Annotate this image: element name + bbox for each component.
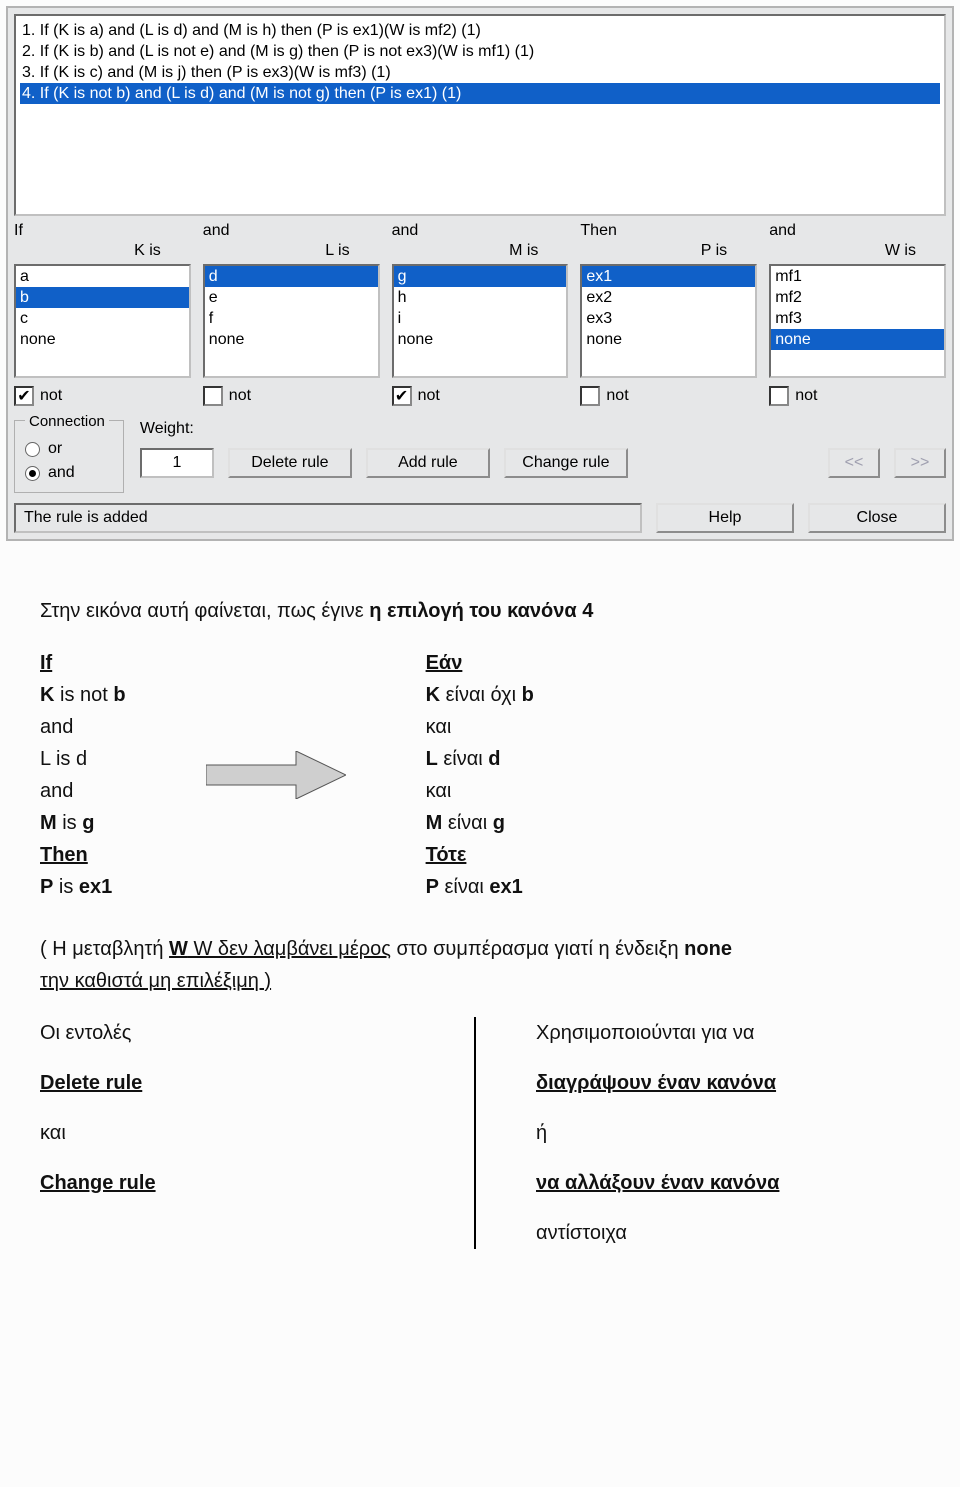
not-checkbox-row[interactable]: ✔ not	[392, 386, 569, 406]
not-checkbox-row[interactable]: not	[580, 386, 757, 406]
connection-label: Connection	[25, 413, 109, 430]
not-checkbox[interactable]	[769, 386, 789, 406]
col-top-label: and	[392, 222, 569, 240]
not-checkbox-row[interactable]: ✔ not	[14, 386, 191, 406]
listbox-item[interactable]: a	[16, 266, 189, 287]
col-var-label: P is	[580, 242, 757, 260]
change-rule-button[interactable]: Change rule	[504, 448, 628, 478]
close-button[interactable]: Close	[808, 503, 946, 533]
not-checkbox[interactable]: ✔	[392, 386, 412, 406]
variable-column: Then P is ex1ex2ex3none not	[580, 222, 757, 406]
listbox-item[interactable]: f	[205, 308, 378, 329]
listbox-item[interactable]: ex2	[582, 287, 755, 308]
variable-column: If K is abcnone ✔ not	[14, 222, 191, 406]
add-rule-button[interactable]: Add rule	[366, 448, 490, 478]
not-checkbox[interactable]	[580, 386, 600, 406]
not-checkbox[interactable]: ✔	[14, 386, 34, 406]
col-top-label: If	[14, 222, 191, 240]
listbox-item[interactable]: g	[394, 266, 567, 287]
listbox-item[interactable]: mf2	[771, 287, 944, 308]
listbox-item[interactable]: b	[16, 287, 189, 308]
not-label: not	[229, 387, 251, 405]
not-label: not	[40, 387, 62, 405]
variable-columns: IfK isabcnone✔notandL isdefnonenotandM i…	[14, 222, 946, 406]
listbox-item[interactable]: h	[394, 287, 567, 308]
next-rule-button[interactable]: >>	[894, 448, 946, 478]
not-checkbox[interactable]	[203, 386, 223, 406]
rule-list-item[interactable]: 4. If (K is not b) and (L is d) and (M i…	[20, 83, 940, 104]
not-label: not	[606, 387, 628, 405]
not-checkbox-row[interactable]: not	[769, 386, 946, 406]
listbox-item[interactable]: ex1	[582, 266, 755, 287]
col-top-label: and	[203, 222, 380, 240]
listbox-item[interactable]: d	[205, 266, 378, 287]
variable-column: and W is mf1mf2mf3none not	[769, 222, 946, 406]
explanation-text: Στην εικόνα αυτή φαίνεται, πως έγινε η ε…	[0, 547, 960, 1277]
weight-label: Weight:	[140, 420, 946, 438]
delete-rule-button[interactable]: Delete rule	[228, 448, 352, 478]
variable-column: and L is defnone not	[203, 222, 380, 406]
rule-list-item[interactable]: 2. If (K is b) and (L is not e) and (M i…	[20, 41, 940, 62]
value-listbox[interactable]: defnone	[203, 264, 380, 378]
col-var-label: K is	[14, 242, 191, 260]
col-var-label: L is	[203, 242, 380, 260]
listbox-item[interactable]: mf3	[771, 308, 944, 329]
listbox-item[interactable]: c	[16, 308, 189, 329]
rule-list[interactable]: 1. If (K is a) and (L is d) and (M is h)…	[14, 14, 946, 216]
weight-input[interactable]: 1	[140, 448, 214, 478]
listbox-item[interactable]: none	[394, 329, 567, 350]
not-label: not	[795, 387, 817, 405]
value-listbox[interactable]: abcnone	[14, 264, 191, 378]
col-top-label: Then	[580, 222, 757, 240]
col-var-label: M is	[392, 242, 569, 260]
rule-editor-window: 1. If (K is a) and (L is d) and (M is h)…	[6, 6, 954, 541]
listbox-item[interactable]: mf1	[771, 266, 944, 287]
col-var-label: W is	[769, 242, 946, 260]
value-listbox[interactable]: ghinone	[392, 264, 569, 378]
connection-group: Connection or and	[14, 420, 124, 493]
not-checkbox-row[interactable]: not	[203, 386, 380, 406]
rule-list-item[interactable]: 1. If (K is a) and (L is d) and (M is h)…	[20, 20, 940, 41]
listbox-item[interactable]: none	[771, 329, 944, 350]
listbox-item[interactable]: none	[582, 329, 755, 350]
col-top-label: and	[769, 222, 946, 240]
arrow-icon	[206, 751, 346, 799]
listbox-item[interactable]: ex3	[582, 308, 755, 329]
not-label: not	[418, 387, 440, 405]
listbox-item[interactable]: none	[16, 329, 189, 350]
prev-rule-button[interactable]: <<	[828, 448, 880, 478]
listbox-item[interactable]: e	[205, 287, 378, 308]
value-listbox[interactable]: mf1mf2mf3none	[769, 264, 946, 378]
connection-and-radio[interactable]: and	[25, 464, 109, 482]
rule-list-item[interactable]: 3. If (K is c) and (M is j) then (P is e…	[20, 62, 940, 83]
variable-column: and M is ghinone ✔ not	[392, 222, 569, 406]
listbox-item[interactable]: i	[394, 308, 567, 329]
help-button[interactable]: Help	[656, 503, 794, 533]
value-listbox[interactable]: ex1ex2ex3none	[580, 264, 757, 378]
listbox-item[interactable]: none	[205, 329, 378, 350]
connection-or-radio[interactable]: or	[25, 440, 109, 458]
status-bar: The rule is added	[14, 503, 642, 533]
